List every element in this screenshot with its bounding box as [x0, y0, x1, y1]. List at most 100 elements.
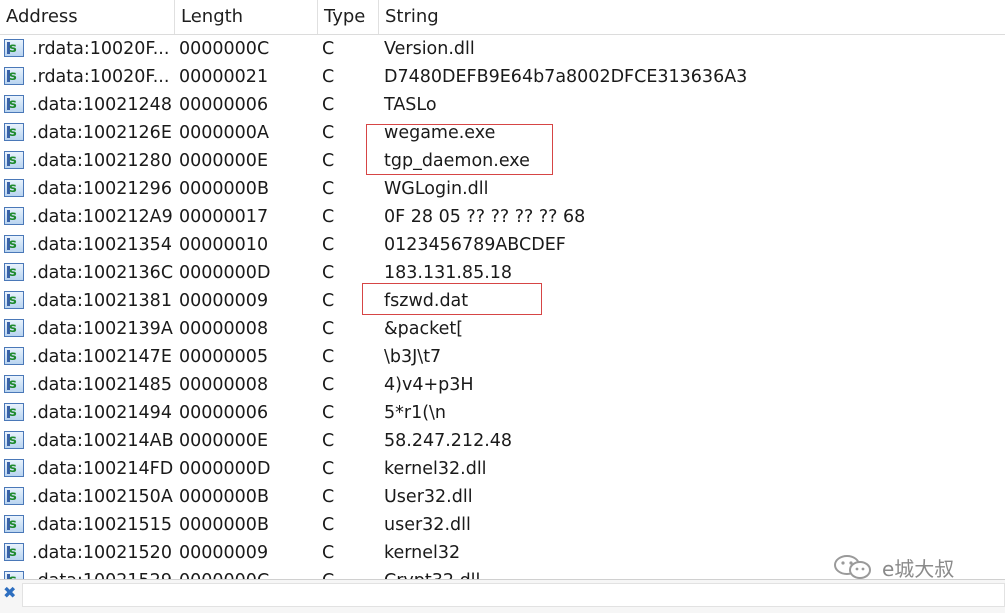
- table-row[interactable]: .data:10021494 00000006 C 5*r1(\n: [0, 399, 1005, 427]
- cell-string: &packet[: [384, 319, 464, 339]
- cell-type: C: [322, 291, 335, 311]
- string-item-icon: [4, 539, 24, 567]
- cell-length: 00000006: [179, 95, 269, 115]
- table-row[interactable]: .data:100212A9 00000017 C 0F 28 05 ?? ?? ??…: [0, 203, 1005, 231]
- table-row[interactable]: .data:100214FD0000000D Ckernel32.dll: [0, 455, 1005, 483]
- cell-type: C: [322, 95, 335, 115]
- column-header-address[interactable]: Address: [0, 0, 175, 34]
- string-item-icon: [4, 287, 24, 315]
- cell-address: .data:100214AB: [32, 431, 174, 451]
- string-item-icon: [4, 315, 24, 343]
- cell-string: 4)v4+p3H: [384, 375, 474, 395]
- cell-type: C: [322, 123, 335, 143]
- cell-length: 00000009: [179, 291, 269, 311]
- table-row[interactable]: .data:10021354 00000010 C 0123456789ABCDEF: [0, 231, 1005, 259]
- cell-string: 0123456789ABCDEF: [384, 235, 566, 255]
- cell-type: C: [322, 67, 335, 87]
- cell-length: 0000000C: [179, 39, 270, 59]
- table-row[interactable]: .data:10021485 00000008 C 4)v4+p3H: [0, 371, 1005, 399]
- column-header-type[interactable]: Type: [318, 0, 379, 34]
- cell-type: C: [322, 235, 335, 255]
- cell-address: .data:1002126E: [32, 123, 172, 143]
- cell-string: D7480DEFB9E64b7a8002DFCE313636A3: [384, 67, 748, 87]
- cell-string: \b3J\t7: [384, 347, 442, 367]
- cell-type: C: [322, 431, 335, 451]
- string-item-icon: [4, 483, 24, 511]
- cell-length: 00000008: [179, 375, 269, 395]
- string-item-icon: [4, 399, 24, 427]
- string-item-icon: [4, 371, 24, 399]
- cell-address: .data:10021485: [32, 375, 172, 395]
- cell-type: C: [322, 207, 335, 227]
- table-row[interactable]: .data:10021515 0000000B Cuser32.dll: [0, 511, 1005, 539]
- cell-address: .data:1002147E: [32, 347, 172, 367]
- cell-string: Version.dll: [384, 39, 475, 59]
- string-item-icon: [4, 259, 24, 287]
- cell-string: 0F 28 05 ?? ?? ?? ?? 68: [384, 207, 586, 227]
- cell-length: 00000009: [179, 543, 269, 563]
- cell-string: 5*r1(\n: [384, 403, 447, 423]
- cell-string: TASLo: [384, 95, 437, 115]
- cell-address: .data:10021494: [32, 403, 172, 423]
- close-icon[interactable]: ✖: [3, 585, 17, 601]
- highlight-box-processes: [366, 124, 553, 175]
- cell-type: C: [322, 459, 335, 479]
- cell-type: C: [322, 567, 334, 579]
- column-header-length[interactable]: Length: [175, 0, 318, 34]
- cell-length: 0000000B: [179, 179, 269, 199]
- cell-length: 0000000B: [179, 487, 269, 507]
- string-item-icon: [4, 35, 24, 63]
- cell-address: .data:10021529: [32, 567, 172, 579]
- watermark-text: e城大叔: [882, 556, 955, 581]
- table-row[interactable]: .data:1002147E 00000005 C \b3J\t7: [0, 343, 1005, 371]
- cell-address: .data:10021248: [32, 95, 172, 115]
- table-row[interactable]: .data:10021248 00000006 C TASLo: [0, 91, 1005, 119]
- string-item-icon: [4, 147, 24, 175]
- string-item-icon: [4, 455, 24, 483]
- cell-length: 0000000C: [179, 567, 269, 579]
- cell-string: Crypt32.dll: [384, 567, 480, 579]
- status-filter-field[interactable]: [22, 583, 1005, 607]
- cell-string: user32.dll: [384, 515, 471, 535]
- cell-address: .data:10021520: [32, 543, 172, 563]
- cell-address: .data:10021381: [32, 291, 172, 311]
- cell-length: 0000000D: [179, 263, 271, 283]
- string-item-icon: [4, 63, 24, 91]
- cell-address: .data:10021280: [32, 151, 172, 171]
- table-row[interactable]: .data:1002150A 0000000B C User32.dll: [0, 483, 1005, 511]
- cell-length: 0000000B: [179, 515, 269, 535]
- cell-address: .data:1002150A: [32, 487, 173, 507]
- cell-type: C: [322, 347, 335, 367]
- cell-type: C: [322, 263, 335, 283]
- cell-type: C: [322, 39, 335, 59]
- string-item-icon: [4, 427, 24, 455]
- cell-string: kernel32.dll: [384, 459, 487, 479]
- cell-length: 00000008: [179, 319, 269, 339]
- cell-address: .data:1002139A: [32, 319, 173, 339]
- cell-address: .rdata:10020F...: [32, 39, 170, 59]
- cell-length: 00000017: [179, 207, 269, 227]
- column-header: Address Length Type String: [0, 0, 1005, 35]
- table-row[interactable]: .data:10021296 0000000B C WGLogin.dll: [0, 175, 1005, 203]
- string-item-icon: [4, 231, 24, 259]
- cell-length: 00000021: [179, 67, 269, 87]
- cell-address: .data:1002136C: [32, 263, 174, 283]
- cell-length: 00000010: [179, 235, 269, 255]
- cell-type: C: [322, 151, 335, 171]
- string-item-icon: [4, 567, 24, 579]
- cell-type: C: [322, 319, 335, 339]
- cell-string: 58.247.212.48: [384, 431, 513, 451]
- table-row[interactable]: .data:100214AB0000000E C 58.247.212.48: [0, 427, 1005, 455]
- table-row[interactable]: .rdata:10020F... 00000021 C D7480DEFB9E64b7…: [0, 63, 1005, 91]
- cell-type: C: [322, 375, 335, 395]
- status-bar: ✖: [0, 579, 1005, 613]
- column-header-string[interactable]: String: [379, 0, 1005, 34]
- table-row[interactable]: .data:1002139A 00000008 C&packet[: [0, 315, 1005, 343]
- cell-string: kernel32: [384, 543, 461, 563]
- cell-length: 0000000A: [179, 123, 269, 143]
- cell-type: C: [322, 487, 335, 507]
- string-item-icon: [4, 343, 24, 371]
- table-row[interactable]: .rdata:10020F... 0000000C C Version.dll: [0, 35, 1005, 63]
- cell-address: .data:100212A9: [32, 207, 173, 227]
- string-item-icon: [4, 175, 24, 203]
